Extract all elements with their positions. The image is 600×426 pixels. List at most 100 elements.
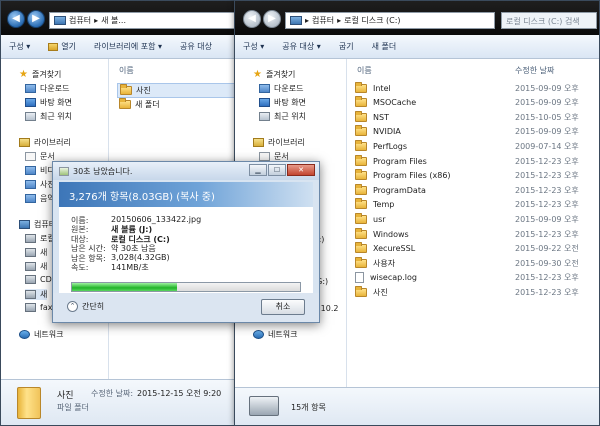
nav-drive-new-1[interactable]: 새 [25,247,47,258]
table-row[interactable]: MSOCache 2015-09-09 오후 [347,96,599,110]
nav-favorites[interactable]: ★ 즐겨찾기 [19,69,61,80]
table-row[interactable]: Program Files (x86) 2015-12-23 오후 [347,169,599,183]
table-row[interactable]: Intel 2015-09-09 오후 [347,81,599,95]
nav-lib-documents[interactable]: 문서 [25,151,55,162]
open-button[interactable]: 열기 [48,41,76,52]
row-name-text: MSOCache [373,98,417,108]
copy-headline: 3,276개 항목(8.03GB) (복사 중) [59,182,313,207]
row-name: 사진 [355,285,388,298]
address-bar[interactable]: ▸ 컴퓨터 ▸ 로컬 디스크 (C:) [285,12,495,29]
table-row[interactable]: wisecap.log 2015-12-23 오후 [347,271,599,285]
row-name-text: usr [373,214,386,224]
breadcrumb-computer[interactable]: 컴퓨터 [69,15,91,26]
recent-places-icon [25,112,36,121]
network-drive-icon [25,303,36,312]
column-header-date[interactable]: 수정한 날짜 [515,65,554,76]
computer-icon [290,16,302,25]
burn-button[interactable]: 굽기 [339,41,354,52]
music-icon [25,194,36,203]
nav-recent[interactable]: 최근 위치 [25,111,72,122]
nav-lib-pictures[interactable]: 사진 [25,179,55,190]
nav-lib-music[interactable]: 음악 [25,193,55,204]
nav-drive-cd[interactable]: CD [25,275,52,284]
table-row[interactable]: Temp 2015-12-23 오후 [347,198,599,212]
chevron-up-icon: ⌃ [67,301,78,312]
nav-desktop[interactable]: 바탕 화면 [259,97,306,108]
folder-icon [355,81,367,93]
cancel-button[interactable]: 취소 [261,299,305,315]
nav-libraries[interactable]: 라이브러리 [253,137,305,148]
command-bar: 구성 ▾ 열기 라이브러리에 포함 ▾ 공유 대상 [1,35,239,59]
window-controls: ▁ ☐ ✕ [249,164,315,176]
list-item[interactable]: 새 폴더 [119,98,160,110]
back-button[interactable]: ◀ [7,10,25,28]
row-date: 2015-12-23 오후 [515,171,579,181]
title-bar: ◀ ▶ ▸ 컴퓨터 ▸ 로컬 디스크 (C:) 로컬 디스크 (C:) 검색 [235,1,599,35]
nav-computer[interactable]: 컴퓨터 [19,219,56,230]
folder-icon [355,285,367,297]
breadcrumb-volume[interactable]: 새 볼... [101,15,126,26]
copy-field-value: 141MB/초 [111,263,149,272]
share-button[interactable]: 공유 대상 [180,41,212,52]
table-row[interactable]: PerfLogs 2009-07-14 오후 [347,139,599,153]
table-row[interactable]: Windows 2015-12-23 오후 [347,227,599,241]
nav-downloads[interactable]: 다운로드 [259,83,303,94]
column-header-name[interactable]: 이름 [119,65,134,76]
share-button[interactable]: 공유 대상 ▾ [282,41,321,52]
nav-drive-new-2[interactable]: 새 [25,261,47,272]
table-row[interactable]: XecureSSL 2015-09-22 오전 [347,242,599,256]
nav-favorites[interactable]: ★ 즐겨찾기 [253,69,295,80]
details-date-value: 2015-12-15 오전 9:20 [137,389,222,398]
maximize-button[interactable]: ☐ [268,164,286,176]
open-icon [48,42,59,51]
nav-network[interactable]: 네트워크 [19,329,63,340]
table-row[interactable]: ProgramData 2015-12-23 오후 [347,183,599,197]
include-library-button[interactable]: 라이브러리에 포함 ▾ [94,41,162,52]
forward-button[interactable]: ▶ [27,10,45,28]
nav-lib-videos[interactable]: 비디 [25,165,55,176]
row-name: XecureSSL [355,242,415,254]
nav-drive-fax[interactable]: fax( [25,303,56,312]
row-date: 2015-12-23 오후 [515,287,579,297]
dialog-footer: ⌃ 간단히 취소 [53,293,319,322]
nav-desktop[interactable]: 바탕 화면 [25,97,72,108]
nav-network[interactable]: 네트워크 [253,329,297,340]
table-row[interactable]: 사용자 2015-09-30 오전 [347,256,599,270]
minimize-button[interactable]: ▁ [249,164,267,176]
row-name: 사용자 [355,256,395,269]
table-row[interactable]: NST 2015-10-05 오후 [347,110,599,124]
nav-drive-new-3[interactable]: 새 [25,289,48,300]
folder-icon [355,212,367,224]
table-row[interactable]: 사진 2015-12-23 오후 [347,285,599,299]
table-row[interactable]: Program Files 2015-12-23 오후 [347,154,599,168]
nav-drive-local[interactable]: 로컬 [25,233,55,244]
breadcrumb-computer[interactable]: 컴퓨터 [312,15,334,26]
library-icon [253,138,264,147]
nav-recent[interactable]: 최근 위치 [259,111,306,122]
breadcrumb-separator: ▸ [94,16,99,25]
row-date: 2015-09-09 오후 [515,98,579,108]
row-name: usr [355,212,386,224]
forward-button[interactable]: ▶ [263,10,281,28]
nav-downloads[interactable]: 다운로드 [25,83,69,94]
row-name: Windows [355,227,409,239]
dialog-title-bar: 30초 남았습니다. ▁ ☐ ✕ [53,162,319,180]
file-list[interactable]: 이름 수정한 날짜 Intel 2015-09-09 오후 MSOCache 2015… [347,59,599,387]
close-button[interactable]: ✕ [287,164,315,176]
column-header-name[interactable]: 이름 [357,65,372,76]
organize-button[interactable]: 구성 ▾ [9,41,30,52]
copy-progress-dialog: 30초 남았습니다. ▁ ☐ ✕ 3,276개 항목(8.03GB) (복사 중… [52,161,320,323]
address-bar[interactable]: 컴퓨터 ▸ 새 볼... [49,12,235,29]
search-input[interactable]: 로컬 디스크 (C:) 검색 [501,12,597,29]
new-folder-button[interactable]: 새 폴더 [372,41,397,52]
library-icon [19,138,30,147]
row-name-text: Temp [373,200,395,210]
list-item[interactable]: 사진 [117,83,239,98]
less-details-button[interactable]: ⌃ 간단히 [67,301,104,312]
table-row[interactable]: usr 2015-09-09 오후 [347,212,599,226]
breadcrumb-local-disk[interactable]: 로컬 디스크 (C:) [344,15,400,26]
back-button[interactable]: ◀ [243,10,261,28]
organize-button[interactable]: 구성 ▾ [243,41,264,52]
nav-libraries[interactable]: 라이브러리 [19,137,71,148]
table-row[interactable]: NVIDIA 2015-09-09 오후 [347,125,599,139]
